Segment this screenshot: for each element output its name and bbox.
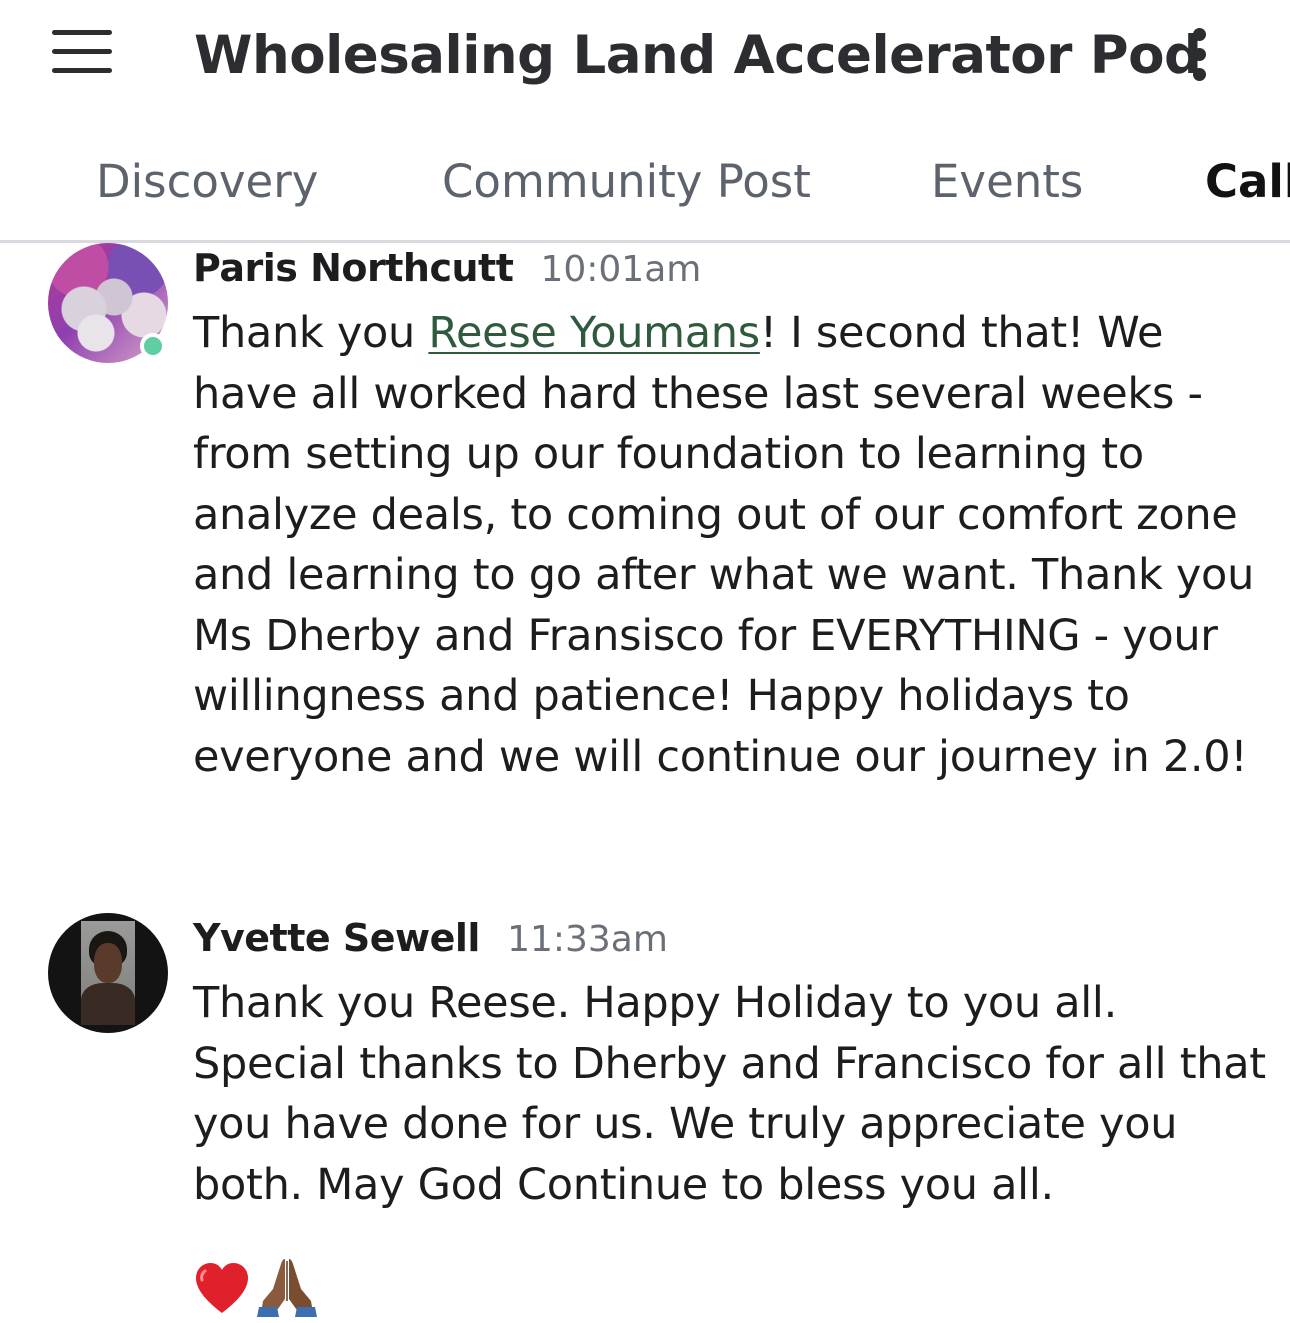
avatar[interactable] (48, 913, 168, 1033)
message-text: Thank you (193, 308, 429, 358)
user-mention-link[interactable]: Reese Youmans (428, 308, 760, 358)
vertical-ellipsis-icon[interactable] (1188, 26, 1212, 82)
tab-bar: Discovery Community Post Events Call (0, 140, 1290, 243)
message-meta: Yvette Sewell 11:33am (193, 913, 668, 963)
folded-hands-icon (257, 1259, 317, 1317)
message-text: ! I second that! We have all worked hard… (193, 308, 1255, 782)
message-text: Thank you Reese. Happy Holiday to you al… (193, 978, 1266, 1210)
tab-call[interactable]: Call (1205, 154, 1290, 210)
emoji-row (193, 1253, 333, 1323)
online-status-indicator (140, 333, 166, 359)
profile-photo (81, 921, 135, 1025)
app-header: Wholesaling Land Accelerator Pod (0, 0, 1290, 115)
red-heart-icon (196, 1263, 248, 1313)
author-name[interactable]: Paris Northcutt (193, 246, 514, 290)
message-body: Thank you Reese Youmans! I second that! … (193, 303, 1268, 787)
timestamp: 11:33am (507, 919, 668, 960)
tab-events[interactable]: Events (931, 154, 1083, 210)
timestamp: 10:01am (540, 249, 702, 290)
tab-discovery[interactable]: Discovery (96, 154, 318, 210)
message-body: Thank you Reese. Happy Holiday to you al… (193, 973, 1268, 1215)
tab-community-post[interactable]: Community Post (442, 154, 811, 210)
page-title: Wholesaling Land Accelerator Pod (194, 25, 1202, 86)
message-meta: Paris Northcutt 10:01am (193, 243, 701, 293)
author-name[interactable]: Yvette Sewell (193, 916, 480, 960)
hamburger-icon[interactable] (52, 28, 114, 78)
